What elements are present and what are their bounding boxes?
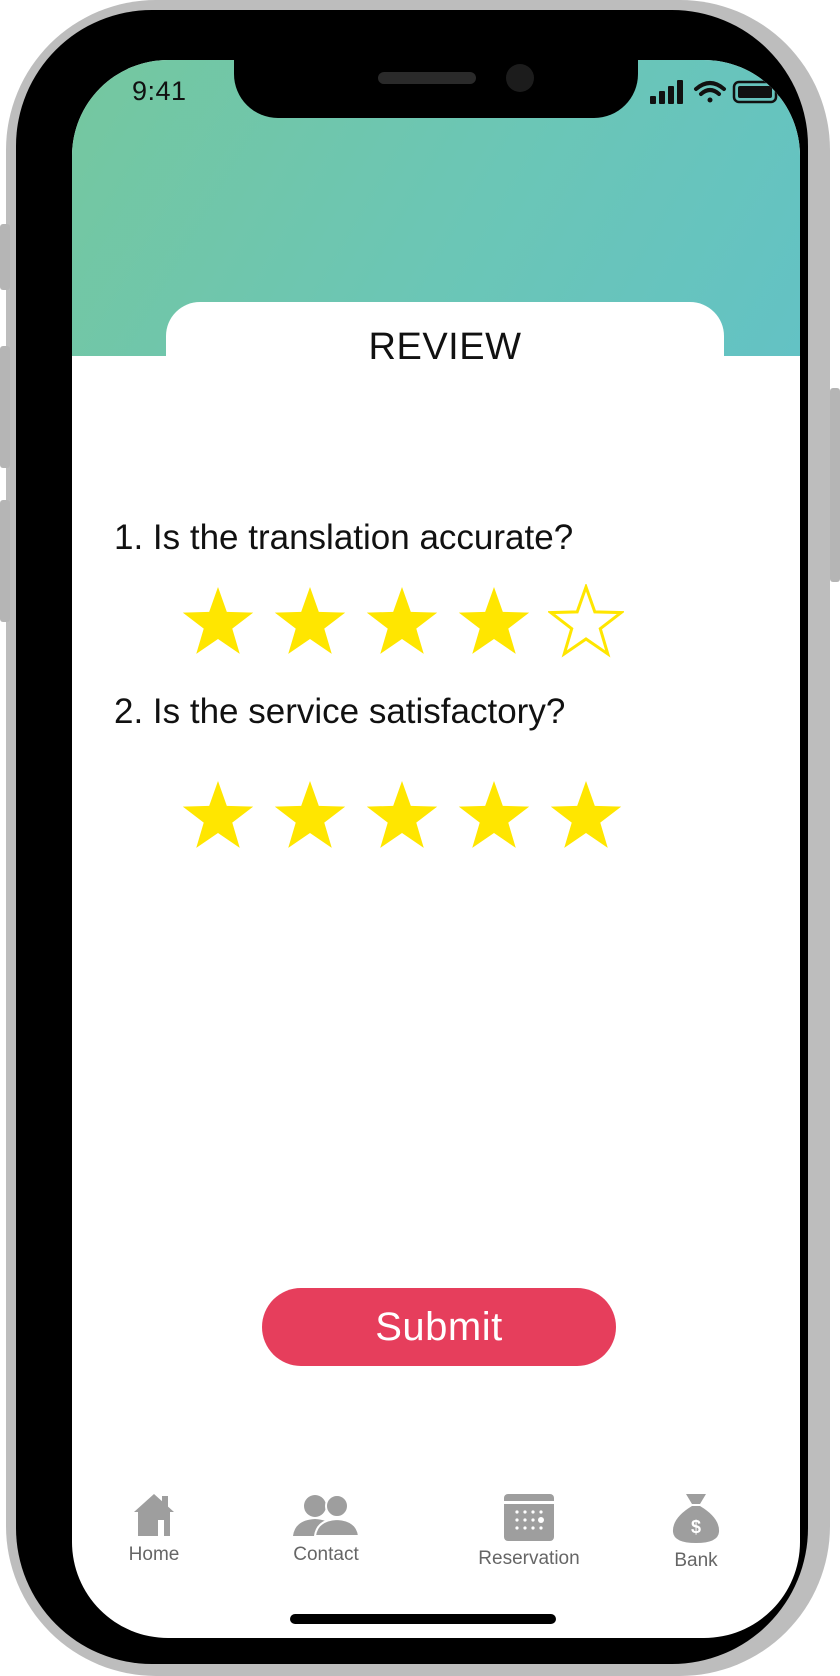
battery-icon (732, 80, 781, 104)
wifi-icon (694, 81, 726, 103)
star-filled-icon[interactable] (364, 584, 440, 660)
nav-item-contact[interactable]: Contact (266, 1492, 386, 1566)
star-filled-icon[interactable] (180, 778, 256, 854)
power-button (830, 388, 840, 582)
star-filled-icon[interactable] (548, 778, 624, 854)
mute-switch (0, 224, 10, 290)
nav-item-bank[interactable]: $ Bank (646, 1492, 746, 1572)
money-bag-icon: $ (672, 1494, 720, 1543)
volume-down-button (0, 500, 10, 622)
status-time: 9:41 (132, 76, 187, 106)
nav-label-reservation: Reservation (478, 1548, 580, 1569)
home-indicator (290, 1614, 556, 1624)
screen: 9:41 REVIEW 1. Is the translation accura… (72, 60, 800, 1638)
star-filled-icon[interactable] (364, 778, 440, 854)
phone-body: 9:41 REVIEW 1. Is the translation accura… (16, 10, 808, 1664)
star-filled-icon[interactable] (456, 778, 532, 854)
status-icons (650, 78, 782, 106)
nav-label-bank: Bank (674, 1550, 718, 1571)
star-empty-icon[interactable] (548, 584, 624, 660)
notch (234, 60, 638, 118)
svg-text:$: $ (691, 1517, 701, 1537)
submit-button[interactable]: Submit (262, 1288, 616, 1366)
nav-label-contact: Contact (293, 1544, 359, 1565)
star-filled-icon[interactable] (456, 584, 532, 660)
star-filled-icon[interactable] (272, 778, 348, 854)
nav-item-home[interactable]: Home (104, 1492, 204, 1566)
question-1-label: 1. Is the translation accurate? (114, 518, 574, 557)
star-filled-icon[interactable] (272, 584, 348, 660)
rating-stars-q2[interactable] (180, 778, 624, 854)
question-2-label: 2. Is the service satisfactory? (114, 692, 566, 731)
nav-item-reservation[interactable]: Reservation (454, 1492, 604, 1570)
home-icon (134, 1494, 174, 1536)
rating-stars-q1[interactable] (180, 584, 624, 660)
star-filled-icon[interactable] (180, 584, 256, 660)
nav-label-home: Home (128, 1544, 180, 1565)
volume-up-button (0, 346, 10, 468)
contacts-icon (293, 1494, 361, 1537)
calendar-icon (504, 1494, 554, 1541)
cellular-signal-icon (650, 80, 683, 104)
page-title: REVIEW (368, 326, 522, 368)
